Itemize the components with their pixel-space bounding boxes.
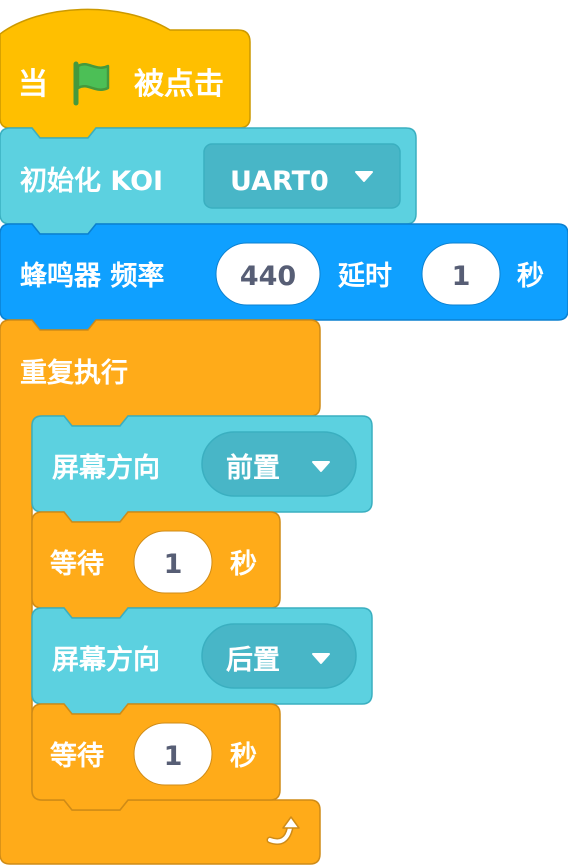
when-flag-clicked-block[interactable]: 当 被点击 xyxy=(0,8,251,139)
screen-orientation-block-2[interactable]: 屏幕方向 后置 xyxy=(31,607,373,715)
wait-label: 等待 xyxy=(50,740,104,772)
port-dropdown[interactable]: UART0 xyxy=(203,143,401,209)
delay-value: 1 xyxy=(452,261,471,292)
hat-suffix-text: 被点击 xyxy=(134,67,224,102)
orientation-value: 前置 xyxy=(226,452,280,484)
buzzer-freq-label: 蜂鸣器 频率 xyxy=(20,260,164,292)
orientation-dropdown-1[interactable]: 前置 xyxy=(201,431,357,497)
wait-block-2[interactable]: 等待 1 秒 xyxy=(31,703,281,811)
wait-seconds-value: 1 xyxy=(164,741,183,772)
init-koi-block[interactable]: 初始化 KOI UART0 xyxy=(0,127,417,235)
port-dropdown-value: UART0 xyxy=(230,166,329,197)
delay-input[interactable]: 1 xyxy=(421,242,501,306)
screen-label: 屏幕方向 xyxy=(52,644,160,676)
wait-label: 等待 xyxy=(50,548,104,580)
buzzer-delay-label: 延时 xyxy=(337,261,392,292)
wait-block-1[interactable]: 等待 1 秒 xyxy=(31,511,281,619)
screen-label: 屏幕方向 xyxy=(52,452,160,484)
wait-seconds-value: 1 xyxy=(164,549,183,580)
hat-prefix-text: 当 xyxy=(18,67,48,102)
buzzer-frequency-block[interactable]: 蜂鸣器 频率 440 延时 1 秒 xyxy=(0,223,568,331)
orientation-dropdown-2[interactable]: 后置 xyxy=(201,623,357,689)
wait-unit-label: 秒 xyxy=(230,741,257,772)
screen-orientation-block-1[interactable]: 屏幕方向 前置 xyxy=(31,415,373,523)
wait-unit-label: 秒 xyxy=(230,549,257,580)
orientation-value: 后置 xyxy=(226,645,280,676)
forever-label: 重复执行 xyxy=(20,357,128,389)
frequency-value: 440 xyxy=(240,261,296,292)
wait-seconds-input[interactable]: 1 xyxy=(133,722,213,786)
buzzer-unit-label: 秒 xyxy=(517,261,544,292)
frequency-input[interactable]: 440 xyxy=(215,242,321,306)
wait-seconds-input[interactable]: 1 xyxy=(133,530,213,594)
init-label: 初始化 KOI xyxy=(20,165,163,197)
